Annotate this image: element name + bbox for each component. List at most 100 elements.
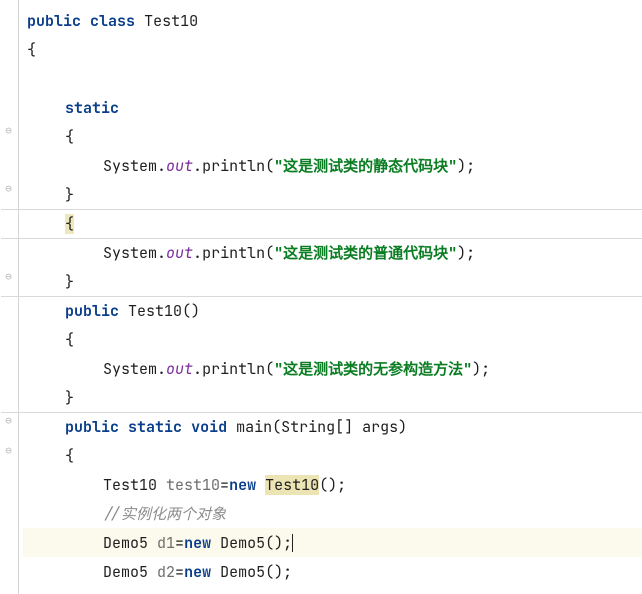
code-line: {	[23, 35, 642, 64]
code-line-current: Demo5 d1=new Demo5();	[23, 528, 642, 557]
paren: (	[265, 243, 274, 263]
code-line: public class Test10	[23, 6, 642, 35]
keyword-new: new	[184, 533, 211, 553]
brace: {	[65, 330, 74, 350]
paren: (	[265, 359, 274, 379]
fold-icon[interactable]: ⊖	[2, 270, 15, 283]
string-literal: "这是测试类的无参构造方法"	[274, 358, 472, 379]
ident-out: out	[166, 359, 193, 379]
keyword-public: public	[65, 301, 119, 321]
type-name: Demo5	[103, 562, 148, 582]
code-line: }	[23, 180, 642, 209]
paren: (	[265, 156, 274, 176]
eq: =	[175, 533, 184, 553]
fold-icon[interactable]: ⊖	[2, 444, 15, 457]
string-literal: "这是测试类的普通代码块"	[274, 242, 457, 263]
ctor-call: Demo5	[220, 562, 265, 582]
code-line: Test10 test10=new Test10();	[23, 470, 642, 499]
paren: )	[472, 359, 481, 379]
semi: ;	[481, 359, 490, 379]
fold-icon[interactable]: ⊖	[2, 124, 15, 137]
brace: }	[65, 272, 74, 292]
semi: ;	[283, 562, 292, 582]
code-line: System.out.println("这是测试类的无参构造方法");	[23, 354, 642, 383]
code-line: //实例化两个对象	[23, 499, 642, 528]
ident-system: System	[103, 359, 157, 379]
ident-println: println	[202, 156, 265, 176]
fold-icon[interactable]: ⊖	[2, 414, 15, 427]
string-literal: "这是测试类的静态代码块"	[274, 155, 457, 176]
type-name: Demo5	[103, 533, 148, 553]
code-line: Demo5 d2=new Demo5();	[23, 557, 642, 586]
ident-println: println	[202, 359, 265, 379]
var-name: test10	[166, 475, 220, 495]
ident-out: out	[166, 156, 193, 176]
code-editor: ⊖ ⊖ ⊖ ⊖ ⊖ public class Test10 { static {…	[0, 0, 642, 594]
dot: .	[193, 156, 202, 176]
code-line: public Test10()	[23, 296, 642, 325]
brace: {	[65, 446, 74, 466]
ident-out: out	[166, 243, 193, 263]
code-line: public static void main(String[] args)	[23, 412, 642, 441]
paren: ()	[265, 533, 283, 553]
main-params: String[] args	[281, 417, 398, 437]
semi: ;	[337, 475, 346, 495]
brace: {	[65, 214, 74, 234]
eq: =	[220, 475, 229, 495]
dot: .	[193, 359, 202, 379]
blank-line	[23, 64, 642, 93]
semi: ;	[283, 533, 292, 553]
var-name: d1	[157, 533, 175, 553]
comment: //实例化两个对象	[103, 503, 226, 524]
brace: }	[65, 388, 74, 408]
code-line: }	[23, 267, 642, 296]
code-line: {	[23, 209, 642, 238]
keyword-void: void	[191, 417, 227, 437]
code-line: {	[23, 325, 642, 354]
paren: )	[457, 156, 466, 176]
code-line: System.out.println("这是测试类的普通代码块");	[23, 238, 642, 267]
code-area[interactable]: public class Test10 { static { System.ou…	[19, 0, 642, 594]
ident-system: System	[103, 243, 157, 263]
keyword-public: public	[27, 11, 81, 31]
keyword-class: class	[90, 11, 135, 31]
ctor-call: Test10	[265, 475, 319, 495]
semi: ;	[466, 156, 475, 176]
dot: .	[157, 359, 166, 379]
code-line: {	[23, 122, 642, 151]
ctor-name: Test10	[128, 301, 182, 321]
keyword-new: new	[184, 562, 211, 582]
code-line: {	[23, 441, 642, 470]
gutter: ⊖ ⊖ ⊖ ⊖ ⊖	[0, 0, 19, 594]
paren: )	[457, 243, 466, 263]
code-line: static	[23, 93, 642, 122]
paren: ()	[182, 301, 200, 321]
fold-icon[interactable]: ⊖	[2, 182, 15, 195]
dot: .	[157, 243, 166, 263]
code-line: }	[23, 383, 642, 412]
paren: ()	[319, 475, 337, 495]
keyword-static: static	[65, 98, 119, 118]
brace: {	[65, 127, 74, 147]
type-name: Test10	[103, 475, 157, 495]
text-caret	[292, 534, 293, 552]
ident-system: System	[103, 156, 157, 176]
class-name: Test10	[144, 11, 198, 31]
var-name: d2	[157, 562, 175, 582]
paren: (	[272, 417, 281, 437]
dot: .	[193, 243, 202, 263]
ctor-call: Demo5	[220, 533, 265, 553]
ident-println: println	[202, 243, 265, 263]
dot: .	[157, 156, 166, 176]
ident-main: main	[236, 417, 272, 437]
brace: {	[27, 40, 36, 60]
paren: )	[398, 417, 407, 437]
keyword-public: public	[65, 417, 119, 437]
paren: ()	[265, 562, 283, 582]
keyword-new: new	[229, 475, 256, 495]
semi: ;	[466, 243, 475, 263]
code-line: System.out.println("这是测试类的静态代码块");	[23, 151, 642, 180]
brace: }	[65, 185, 74, 205]
eq: =	[175, 562, 184, 582]
keyword-static: static	[128, 417, 182, 437]
